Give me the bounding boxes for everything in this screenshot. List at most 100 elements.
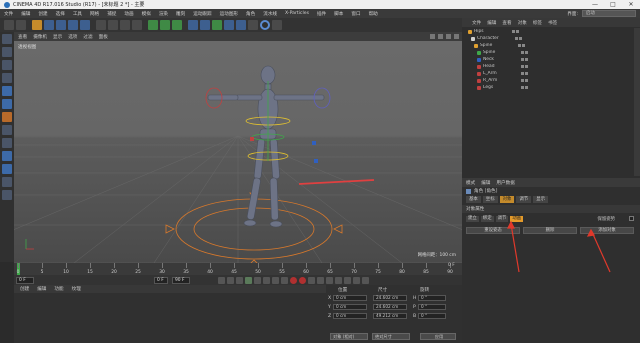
menu-item-8[interactable]: 模拟 [142,11,151,17]
make-editable-icon[interactable] [2,34,12,44]
obj-menu-object[interactable]: 对象 [518,20,527,26]
attr-menu-userdata[interactable]: 用户数据 [496,180,514,186]
object-row[interactable]: L_Arm [462,70,640,77]
attribute-tab-4[interactable]: 显示 [533,195,548,203]
menu-item-1[interactable]: 编辑 [21,11,30,17]
visibility-flags[interactable] [521,58,529,61]
material-menu-texture[interactable]: 纹理 [72,286,81,292]
object-row[interactable]: Head [462,63,640,70]
material-menu-function[interactable]: 功能 [54,286,63,292]
menu-item-2[interactable]: 创建 [38,11,47,17]
menu-item-12[interactable]: 运动图形 [220,11,238,17]
texture-mode-icon[interactable] [2,60,12,70]
mode-pill-1[interactable]: 绑定 [480,215,494,222]
rotate-icon[interactable] [68,20,78,30]
timeline-settings-icon[interactable] [362,276,369,284]
prev-key-icon[interactable] [227,276,234,284]
visibility-flags[interactable] [521,86,529,89]
next-frame-icon[interactable] [254,276,261,284]
menu-item-6[interactable]: 捕捉 [107,11,116,17]
viewport-menu-filter[interactable]: 过滤 [83,34,92,40]
object-row[interactable]: Hips [462,28,640,35]
planar-workplane-icon[interactable] [2,190,12,200]
goto-end-icon[interactable] [272,276,279,284]
menu-item-11[interactable]: 运动跟踪 [193,11,211,17]
timeline-ruler[interactable]: 0 5 10 15 20 25 30 35 40 45 50 55 60 65 70 75 80 85 90 [14,263,462,275]
visibility-flags[interactable] [521,51,529,54]
scale-key-icon[interactable] [326,276,333,284]
object-row[interactable]: Spine [462,49,640,56]
param-key-icon[interactable] [344,276,351,284]
visibility-flags[interactable] [521,65,529,68]
rot-b-field[interactable]: 0 ° [418,313,446,319]
menu-item-7[interactable]: 动画 [124,11,133,17]
select-icon[interactable] [32,20,42,30]
x-axis-icon[interactable] [96,20,106,30]
menu-item-3[interactable]: 选择 [56,11,65,17]
auto-key-icon[interactable] [299,276,306,284]
object-row[interactable]: Neck [462,56,640,63]
menu-item-16[interactable]: 插件 [317,11,326,17]
zoom-icon[interactable] [438,34,443,39]
menu-item-15[interactable]: X-Particles [285,11,309,16]
coordinate-icon[interactable] [132,20,142,30]
maximize-button[interactable]: □ [604,1,622,8]
coord-mode-select[interactable]: 对象 (相对) [330,333,368,340]
y-axis-icon[interactable] [108,20,118,30]
minimize-button[interactable]: — [586,1,604,8]
layout-select[interactable]: 启动 [582,10,636,17]
attribute-tab-2[interactable]: 对象 [499,195,515,203]
current-frame-field[interactable]: 0 F [154,276,168,284]
render-picture-icon[interactable] [160,20,170,30]
pos-y-field[interactable]: 0 cm [333,304,367,310]
menu-item-9[interactable]: 渲染 [159,11,168,17]
object-list-scrollbar[interactable] [634,28,640,176]
rotation-key-icon[interactable] [335,276,342,284]
deformer-icon[interactable] [236,20,246,30]
move-icon[interactable] [44,20,54,30]
prev-frame-icon[interactable] [236,276,243,284]
goto-start-icon[interactable] [218,276,225,284]
subdivide-icon[interactable] [212,20,222,30]
size-x-field[interactable]: 24.602 cm [373,295,407,301]
menu-item-13[interactable]: 角色 [246,11,255,17]
perspective-viewport[interactable]: 透视视图 网格间距：100 cm [14,41,462,263]
apply-button[interactable]: 应用 [420,333,456,340]
point-mode-icon[interactable] [2,86,12,96]
menu-item-18[interactable]: 窗口 [351,11,360,17]
pen-icon[interactable] [200,20,210,30]
menu-item-17[interactable]: 脚本 [334,11,343,17]
mode-pill-2[interactable]: 调节 [495,215,509,222]
orbit-icon[interactable] [446,34,451,39]
rest-pose-checkbox[interactable] [629,216,634,221]
menu-item-19[interactable]: 帮助 [369,11,378,17]
attribute-tab-0[interactable]: 基本 [466,195,481,203]
workplane-icon[interactable] [2,73,12,83]
rot-p-field[interactable]: 0 ° [418,304,446,310]
keyframe-selection-icon[interactable] [308,276,315,284]
cube-icon[interactable] [188,20,198,30]
record-key-icon[interactable] [290,276,297,284]
axis-mode-icon[interactable] [2,125,12,135]
material-menu-create[interactable]: 创建 [20,286,29,292]
attribute-tab-1[interactable]: 坐标 [482,195,498,203]
viewport-menu-view[interactable]: 查看 [18,34,27,40]
size-z-field[interactable]: 49.212 cm [373,313,407,319]
tweak-mode-icon[interactable] [2,138,12,148]
attr-menu-mode[interactable]: 模式 [466,180,475,186]
obj-menu-bookmark[interactable]: 书签 [548,20,557,26]
viewport-menu-panel[interactable]: 面板 [99,34,108,40]
menu-item-4[interactable]: 工具 [73,11,82,17]
undo-icon[interactable] [4,20,14,30]
obj-menu-edit[interactable]: 编辑 [487,20,496,26]
next-key-icon[interactable] [263,276,270,284]
pla-key-icon[interactable] [353,276,360,284]
menu-item-0[interactable]: 文件 [4,11,13,17]
mode-pill-3[interactable]: 动画 [510,215,524,222]
maximize-view-icon[interactable] [454,34,459,39]
visibility-flags[interactable] [512,30,520,33]
attr-menu-edit[interactable]: 编辑 [481,180,490,186]
model-mode-icon[interactable] [2,47,12,57]
rot-h-field[interactable]: 0 ° [418,295,446,301]
material-menu-edit[interactable]: 编辑 [37,286,46,292]
